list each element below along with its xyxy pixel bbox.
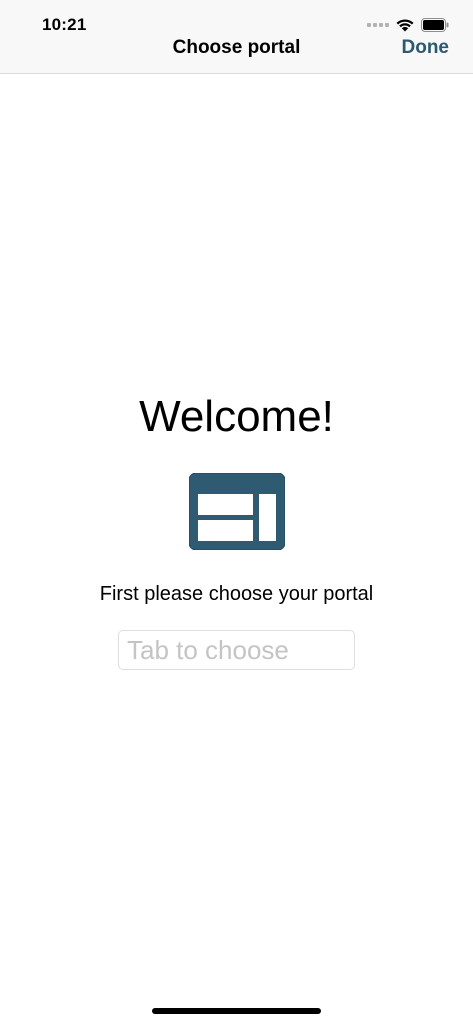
done-button[interactable]: Done xyxy=(402,37,450,59)
wifi-icon xyxy=(395,17,415,32)
instruction-text: First please choose your portal xyxy=(99,583,374,605)
welcome-heading: Welcome! xyxy=(139,392,334,441)
status-icons xyxy=(367,17,449,32)
battery-icon xyxy=(421,17,449,32)
portal-layout-icon xyxy=(188,472,286,551)
top-bar: 10:21 Choose portal Done xyxy=(0,0,473,74)
status-time: 10:21 xyxy=(42,15,87,34)
screen: 10:21 Choose portal Done Welcome! First … xyxy=(0,0,473,1024)
portal-choose-input[interactable] xyxy=(118,630,355,670)
home-indicator[interactable] xyxy=(152,1008,321,1014)
signal-icon xyxy=(367,22,389,27)
